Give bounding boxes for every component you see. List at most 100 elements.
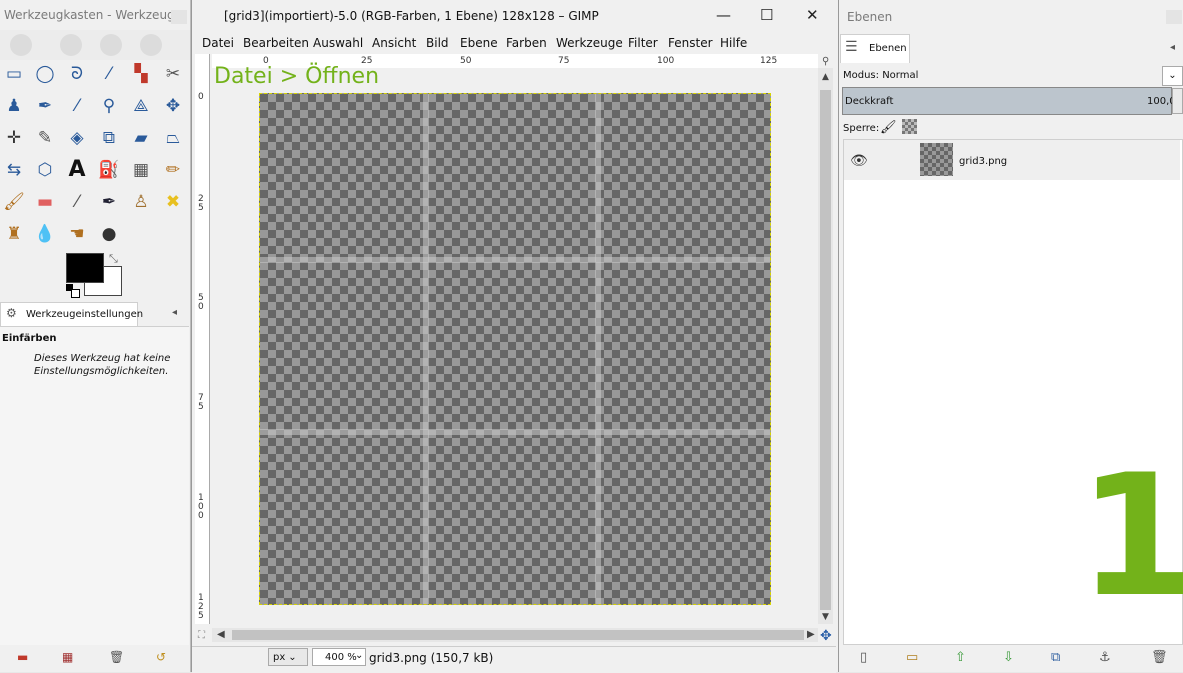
- tutorial-caption: Datei > Öffnen: [214, 64, 380, 89]
- smudge-icon[interactable]: ☚: [65, 222, 89, 246]
- lower-layer-icon[interactable]: ⇩: [1003, 650, 1014, 665]
- foreground-select-icon[interactable]: ♟: [2, 94, 26, 118]
- reset-colors-icon-bg: [71, 289, 80, 298]
- crop-icon[interactable]: ✎: [33, 126, 57, 150]
- foreground-color-swatch[interactable]: [66, 253, 104, 283]
- scroll-right-icon[interactable]: ▶: [807, 629, 815, 640]
- zoom-ruler-icon[interactable]: ⚲: [822, 56, 829, 67]
- dock-menu-arrow-icon[interactable]: ◂: [1170, 42, 1175, 53]
- menu-datei[interactable]: Datei: [202, 36, 234, 50]
- save-options-icon[interactable]: ▬: [17, 650, 28, 664]
- menu-hilfe[interactable]: Hilfe: [720, 36, 747, 50]
- ellipse-select-icon[interactable]: ◯: [33, 62, 57, 86]
- toggle-mask-icon[interactable]: ⛶: [198, 630, 205, 641]
- unit-select[interactable]: px ⌄: [268, 648, 308, 666]
- reset-options-icon[interactable]: ↺: [156, 650, 166, 664]
- menu-farben[interactable]: Farben: [506, 36, 547, 50]
- horizontal-scrollbar-thumb[interactable]: [232, 630, 804, 640]
- ruler-left-label: 0: [198, 92, 204, 102]
- dock-menu-arrow-icon[interactable]: ◂: [172, 307, 177, 318]
- measure-icon[interactable]: ⟁: [129, 94, 153, 118]
- raise-layer-icon[interactable]: ⇧: [955, 650, 966, 665]
- delete-options-icon[interactable]: 🗑: [109, 650, 124, 664]
- flip-icon[interactable]: ⇆: [2, 158, 26, 182]
- paths-icon[interactable]: ✒: [33, 94, 57, 118]
- menu-ansicht[interactable]: Ansicht: [372, 36, 416, 50]
- scroll-down-icon[interactable]: ▼: [822, 612, 829, 622]
- shear-icon[interactable]: ▰: [129, 126, 153, 150]
- menu-fenster[interactable]: Fenster: [668, 36, 713, 50]
- layer-row[interactable]: [844, 140, 1180, 180]
- opacity-label: Deckkraft: [845, 96, 894, 107]
- maximize-icon[interactable]: ☐: [760, 6, 773, 24]
- lock-pixels-icon[interactable]: 🖌: [880, 120, 897, 135]
- new-layer-group-icon[interactable]: ▭: [906, 650, 918, 665]
- opacity-spinner[interactable]: [1172, 88, 1183, 114]
- lock-alpha-icon[interactable]: [902, 119, 917, 134]
- navigate-icon[interactable]: ✥: [820, 628, 832, 644]
- ruler-vertical: [195, 68, 210, 624]
- airbrush-icon[interactable]: ⁄: [65, 190, 89, 214]
- scissors-icon[interactable]: ✂: [161, 62, 185, 86]
- menu-filter[interactable]: Filter: [628, 36, 658, 50]
- ruler-left-label: 1 2 5: [198, 593, 204, 621]
- align-icon[interactable]: ✛: [2, 126, 26, 150]
- tab-tool-options-label: Werkzeugeinstellungen: [26, 309, 144, 320]
- new-layer-icon[interactable]: ▯: [860, 650, 867, 665]
- status-text: grid3.png (150,7 kB): [369, 651, 494, 665]
- heal-icon[interactable]: ✖: [161, 190, 185, 214]
- unit-value: px: [273, 652, 286, 663]
- fuzzy-select-icon[interactable]: ⁄: [97, 62, 121, 86]
- vertical-scrollbar-thumb[interactable]: [820, 90, 831, 610]
- pencil-icon[interactable]: ✏: [161, 158, 185, 182]
- blur-icon[interactable]: 💧: [33, 222, 57, 246]
- perspective-icon[interactable]: ⏢: [161, 126, 185, 150]
- perspective-clone-icon[interactable]: ♜: [2, 222, 26, 246]
- menu-bearbeiten[interactable]: Bearbeiten: [243, 36, 309, 50]
- menu-werkzeuge[interactable]: Werkzeuge: [556, 36, 623, 50]
- bucket-fill-icon[interactable]: ⛽: [97, 158, 121, 182]
- minimize-icon[interactable]: —: [716, 6, 731, 24]
- gradient-icon[interactable]: ▦: [129, 158, 153, 182]
- tool-options-title: Einfärben: [2, 333, 57, 344]
- move-icon[interactable]: ✥: [161, 94, 185, 118]
- close-icon[interactable]: ✕: [806, 6, 819, 24]
- layer-name: grid3.png: [959, 156, 1008, 167]
- dodge-burn-icon[interactable]: ●: [97, 222, 121, 246]
- toolbox-close-button[interactable]: [171, 10, 187, 24]
- duplicate-layer-icon[interactable]: ⧉: [1051, 650, 1060, 665]
- lasso-icon[interactable]: ᘐ: [65, 62, 89, 86]
- ruler-top-label: 50: [460, 56, 472, 66]
- chevron-down-icon[interactable]: ⌄: [355, 650, 363, 661]
- cage-transform-icon[interactable]: ⬡: [33, 158, 57, 182]
- quick-mask-corner[interactable]: [195, 54, 210, 69]
- image-canvas[interactable]: [259, 93, 771, 605]
- scale-icon[interactable]: ⧉: [97, 126, 121, 150]
- swap-colors-icon[interactable]: ⤡: [109, 252, 118, 266]
- layers-close-button[interactable]: [1166, 10, 1182, 24]
- visibility-eye-icon[interactable]: 👁: [850, 153, 868, 169]
- ruler-left-label: 7 5: [198, 393, 204, 412]
- paintbrush-icon[interactable]: 🖌: [2, 190, 26, 214]
- ruler-top-label: 100: [657, 56, 675, 66]
- menu-ebene[interactable]: Ebene: [460, 36, 498, 50]
- window-title: [grid3](importiert)-5.0 (RGB-Farben, 1 E…: [224, 9, 599, 23]
- eraser-icon[interactable]: ▬: [33, 190, 57, 214]
- scroll-up-icon[interactable]: ▲: [822, 72, 829, 82]
- menu-auswahl[interactable]: Auswahl: [313, 36, 363, 50]
- rotate-icon[interactable]: ◈: [65, 126, 89, 150]
- ink-icon[interactable]: ✒: [97, 190, 121, 214]
- zoom-icon[interactable]: ⚲: [97, 94, 121, 118]
- text-tool-icon[interactable]: A: [65, 158, 89, 182]
- mode-dropdown[interactable]: ⌄: [1162, 66, 1183, 86]
- select-by-color-icon[interactable]: ▚: [129, 62, 153, 86]
- clone-icon[interactable]: ♙: [129, 190, 153, 214]
- scroll-left-icon[interactable]: ◀: [217, 629, 225, 640]
- delete-layer-icon[interactable]: 🗑: [1151, 650, 1168, 665]
- tab-layers-label: Ebenen: [869, 43, 907, 54]
- anchor-layer-icon[interactable]: ⚓: [1099, 650, 1111, 665]
- menu-bild[interactable]: Bild: [426, 36, 449, 50]
- restore-options-icon[interactable]: ▦: [62, 650, 73, 664]
- rect-select-icon[interactable]: ▭: [2, 62, 26, 86]
- color-picker-icon[interactable]: ⁄: [65, 94, 89, 118]
